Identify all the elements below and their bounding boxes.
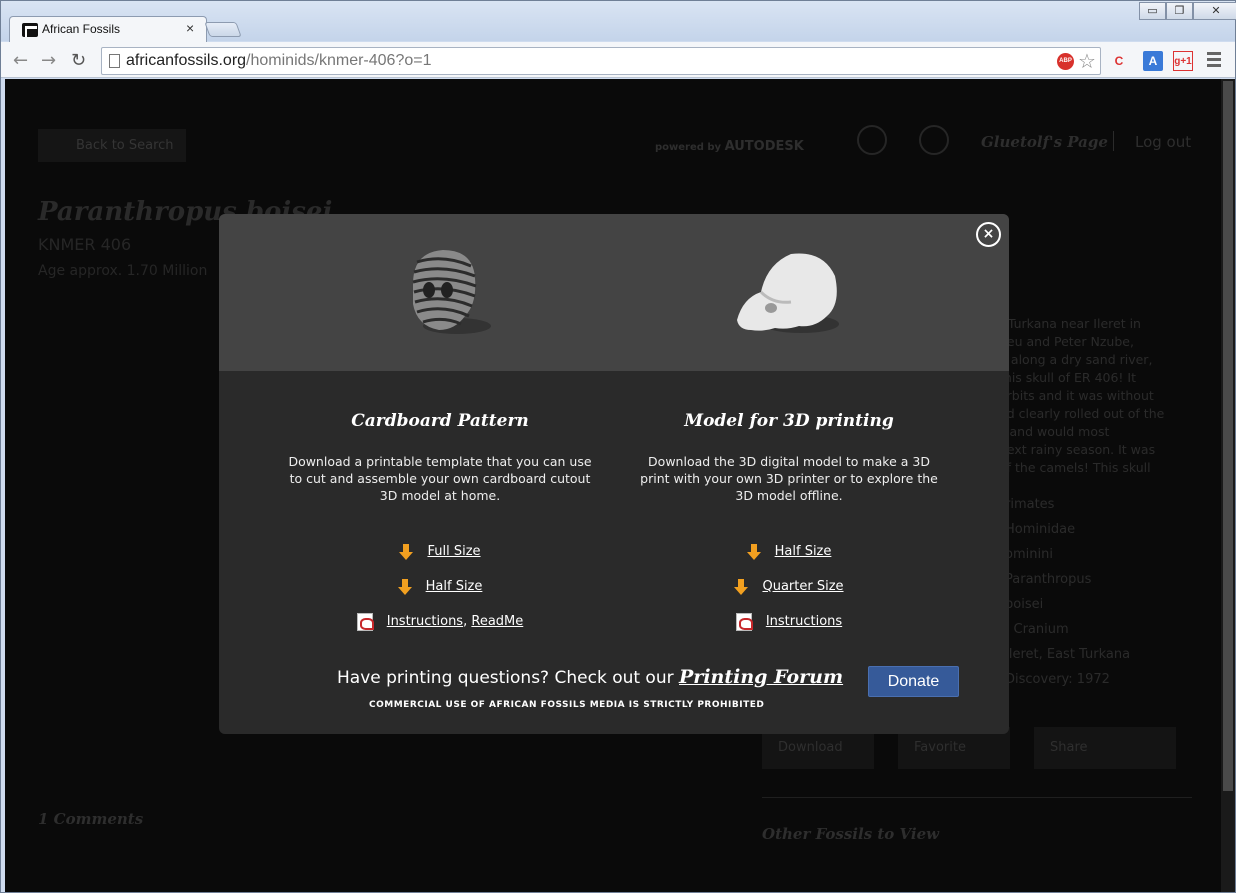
- minimize-button[interactable]: ▭: [1139, 2, 1166, 20]
- taxonomy-discovery: Discovery: 1972: [1005, 672, 1110, 687]
- 3d-printing-heading: Model for 3D printing: [684, 411, 894, 431]
- comments-toggle[interactable]: 1 Comments: [38, 810, 143, 828]
- download-arrow-icon: [734, 578, 749, 595]
- browser-window: African Fossils × ▭ ❐ ✕ ← → ↻ africanfos…: [0, 0, 1236, 893]
- 3d-half-size-link[interactable]: Half Size: [775, 544, 832, 559]
- specimen-id: KNMER 406: [38, 235, 132, 254]
- taxonomy-species: boisei: [1005, 597, 1044, 612]
- fossil-description: t Turkana near Ileret in heu and Peter N…: [999, 316, 1165, 475]
- cardboard-skull-image: [412, 250, 491, 334]
- tab-close-icon[interactable]: ×: [186, 20, 194, 36]
- menu-icon[interactable]: [1207, 52, 1221, 70]
- nav-divider: [1113, 131, 1114, 151]
- back-arrow-icon[interactable]: ←: [13, 50, 28, 71]
- address-bar[interactable]: africanfossils.org/hominids/knmer-406?o=…: [101, 47, 1101, 75]
- cardboard-half-size-link[interactable]: Half Size: [426, 579, 483, 594]
- 3d-printing-column: Model for 3D printing Download the 3D di…: [624, 371, 954, 639]
- compass-icon[interactable]: [857, 125, 887, 155]
- download-arrow-icon: [397, 578, 412, 595]
- specimen-age: Age approx. 1.70 Million: [38, 263, 208, 279]
- page-icon: [109, 54, 120, 68]
- site-favicon-icon: [22, 23, 38, 37]
- translate-icon[interactable]: A: [1143, 51, 1163, 71]
- 3d-skull-image: [737, 253, 839, 333]
- download-arrow-icon: [399, 543, 414, 560]
- taxonomy-tribe: ominini: [1005, 547, 1053, 562]
- divider: [762, 797, 1192, 798]
- url-text[interactable]: africanfossils.org/hominids/knmer-406?o=…: [126, 52, 431, 70]
- taxonomy-element: : Cranium: [1005, 622, 1069, 637]
- taxonomy-family: Hominidae: [1005, 522, 1076, 537]
- search-icon[interactable]: [919, 125, 949, 155]
- modal-hero: [219, 214, 1009, 371]
- cardboard-column: Cardboard Pattern Download a printable t…: [275, 371, 605, 639]
- cardboard-description: Download a printable template that you c…: [288, 454, 592, 503]
- reload-icon[interactable]: ↻: [71, 50, 86, 71]
- printing-forum-link[interactable]: Printing Forum: [679, 666, 843, 688]
- browser-toolbar: ← → ↻ africanfossils.org/hominids/knmer-…: [1, 42, 1235, 78]
- new-tab-button[interactable]: [204, 22, 242, 37]
- 3d-instructions-link[interactable]: Instructions: [766, 614, 842, 629]
- other-fossils-heading: Other Fossils to View: [762, 825, 940, 843]
- pdf-icon: [735, 612, 753, 631]
- cardboard-full-size-link[interactable]: Full Size: [427, 544, 480, 559]
- printing-questions-text: Have printing questions? Check out our P…: [337, 666, 844, 688]
- taxonomy-site: Ileret, East Turkana: [1005, 647, 1131, 662]
- 3d-printing-description: Download the 3D digital model to make a …: [640, 454, 938, 503]
- download-modal: × Cardboard Pattern Download a printable…: [219, 214, 1009, 734]
- title-bar: African Fossils × ▭ ❐ ✕: [1, 1, 1236, 43]
- commercial-use-notice: Commercial use of African Fossils media …: [369, 700, 765, 710]
- cardboard-readme-link[interactable]: ReadMe: [471, 614, 523, 629]
- extension-c-icon[interactable]: C: [1109, 51, 1129, 71]
- download-arrow-icon: [746, 543, 761, 560]
- tab-african-fossils[interactable]: African Fossils ×: [9, 16, 207, 43]
- page-scrollbar[interactable]: [1221, 79, 1235, 892]
- logout-link[interactable]: Log out: [1135, 133, 1191, 151]
- cardboard-instructions-link[interactable]: Instructions: [387, 614, 463, 629]
- forward-arrow-icon[interactable]: →: [41, 50, 56, 71]
- taxonomy-order: rimates: [1005, 497, 1055, 512]
- back-to-search-button[interactable]: Back to Search: [38, 129, 186, 162]
- taxonomy-genus: Paranthropus: [1005, 572, 1092, 587]
- powered-by-autodesk: powered by AUTODESK: [655, 139, 804, 154]
- close-window-button[interactable]: ✕: [1193, 2, 1236, 20]
- share-button[interactable]: Share: [1034, 727, 1176, 769]
- pdf-icon: [356, 612, 374, 631]
- modal-close-button[interactable]: ×: [976, 222, 1001, 247]
- bookmark-star-icon[interactable]: ☆: [1078, 49, 1096, 73]
- user-page-link[interactable]: Gluetolf's Page: [981, 133, 1108, 151]
- tab-title: African Fossils: [42, 22, 121, 36]
- adblock-icon[interactable]: ABP: [1057, 53, 1074, 70]
- restore-button[interactable]: ❐: [1166, 2, 1193, 20]
- 3d-quarter-size-link[interactable]: Quarter Size: [762, 579, 843, 594]
- google-plus-icon[interactable]: g+1: [1173, 51, 1193, 71]
- cardboard-heading: Cardboard Pattern: [351, 411, 529, 431]
- donate-button[interactable]: Donate: [868, 666, 959, 697]
